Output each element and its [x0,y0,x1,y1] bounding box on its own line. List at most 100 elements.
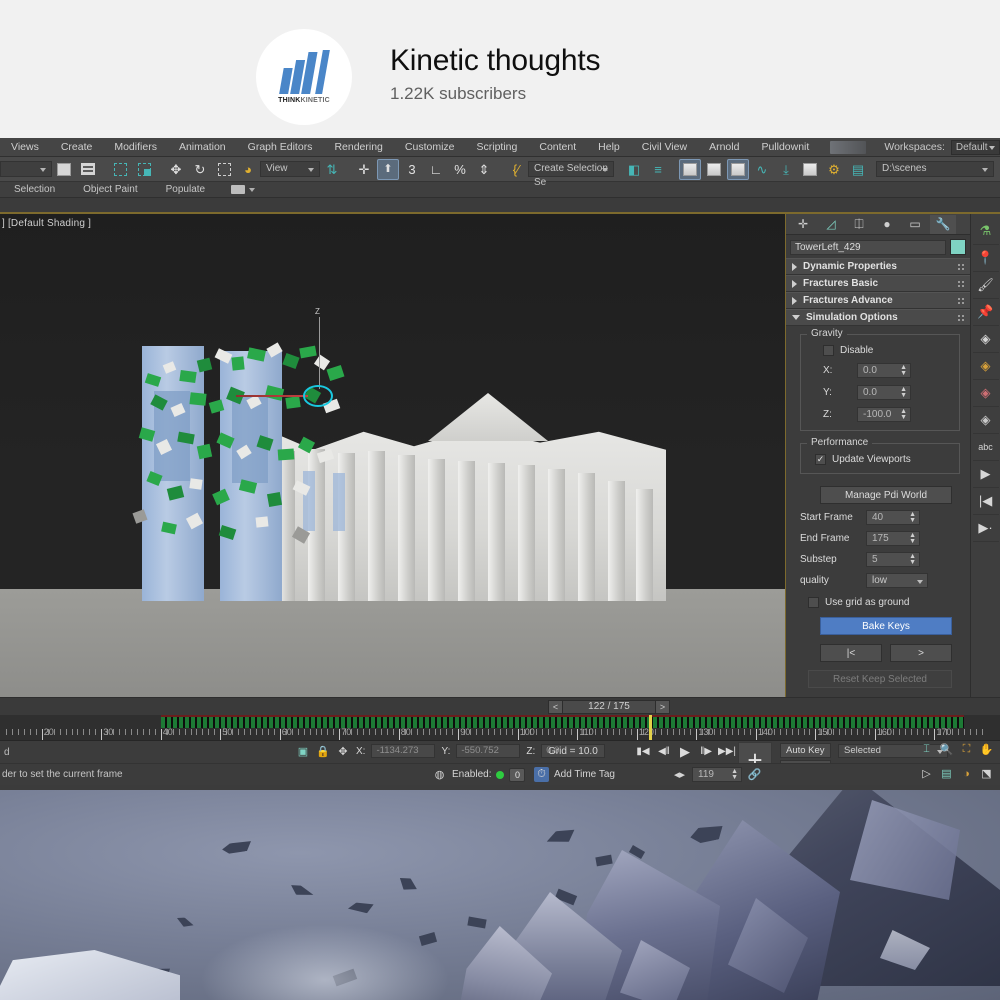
menu-item-graph-editors[interactable]: Graph Editors [237,138,324,157]
create-selection-set-combo[interactable]: Create Selection Se [528,161,614,188]
end-frame-input[interactable]: 175 ▲ ▼ [866,531,920,546]
menu-item-help[interactable]: Help [587,138,631,157]
quality-combo[interactable]: low [866,573,928,588]
bake-keys-button[interactable]: Bake Keys [820,617,952,635]
object-color-swatch[interactable] [950,239,966,255]
gravity-disable-checkbox[interactable] [823,345,834,356]
auto-key-button[interactable]: Auto Key [780,743,831,758]
align-icon[interactable]: ≡ [647,159,669,180]
substep-input[interactable]: 5 ▲ ▼ [866,552,920,567]
select-by-name-icon[interactable] [77,159,99,180]
go-to-end-icon[interactable]: ▶▶| [718,743,736,760]
curve-editor-icon[interactable]: ∿ [751,159,773,180]
rollout-dynamic-properties[interactable]: Dynamic Properties [786,258,970,275]
orbit-icon[interactable]: ◑ [959,766,974,781]
mesh-white-icon[interactable]: ◈ [972,326,999,353]
menu-item-arnold[interactable]: Arnold [698,138,750,157]
mesh-gray-icon[interactable]: ◈ [972,407,999,434]
selection-lock-toggle-icon[interactable]: ▣ [296,744,310,758]
object-name-field[interactable]: TowerLeft_429 [790,239,946,255]
rollout-fractures-basic[interactable]: Fractures Basic [786,275,970,292]
snaps-toggle-icon[interactable]: ⬆ [377,158,399,180]
spinner-icon[interactable]: ▲ ▼ [900,408,907,421]
key-chain-icon[interactable]: 🔗 [747,767,762,782]
start-frame-input[interactable]: 40 ▲ ▼ [866,510,920,525]
previous-frame-icon[interactable]: ◀‖ [655,743,673,760]
gravity-x-input[interactable]: 0.0 ▲ ▼ [857,363,911,378]
named-selection-sets-icon[interactable]: {⁄ [505,159,527,180]
angle-snap-icon[interactable]: ∟ [425,159,447,180]
schematic-view-icon[interactable]: ⤓ [775,159,797,180]
absolute-relative-toggle-icon[interactable]: ✥ [336,744,350,758]
ribbon-display-icon[interactable] [231,185,246,194]
workspaces-combo[interactable]: Default [950,139,1000,155]
time-slider-row[interactable]: < 122 / 175 > [0,697,1000,715]
ribbon-toggle-icon[interactable] [727,158,749,180]
select-and-rotate-icon[interactable]: ↻ [189,159,211,180]
menu-item-animation[interactable]: Animation [168,138,237,157]
gravity-disable-row[interactable]: Disable [823,345,951,356]
modify-tab[interactable]: ◿ [818,215,844,234]
track-bar[interactable]: 20 30 40 50 60 70 80 90 100 110 120 130 140 150 160 170 [0,715,1000,741]
mesh-color-icon[interactable]: ◈ [972,380,999,407]
current-frame-input[interactable]: 119 ▲ ▼ [692,767,742,782]
menu-item-pulldownit[interactable]: Pulldownit [750,138,820,157]
ribbon-tab-selection[interactable]: Selection [0,184,69,195]
select-and-scale-icon[interactable] [213,159,235,180]
play-settings-icon[interactable]: ▶ [972,461,999,488]
gravity-y-input[interactable]: 0.0 ▲ ▼ [857,385,911,400]
percent-snap-icon[interactable]: % [449,159,471,180]
time-tag-icon[interactable]: ⏱ [534,767,549,782]
mesh-gold-icon[interactable]: ◈ [972,353,999,380]
time-slider-next-button[interactable]: > [655,701,669,713]
spinner-icon[interactable]: ▲ ▼ [909,553,916,566]
update-viewports-row[interactable]: ✓ Update Viewports [815,454,951,465]
create-tab[interactable]: ✛ [790,215,816,234]
arc-rotate-icon[interactable]: ▷ [919,766,934,781]
spinner-icon[interactable]: ▲ ▼ [909,511,916,524]
ribbon-tab-object-paint[interactable]: Object Paint [69,184,151,195]
trackbar-playhead[interactable] [648,715,652,740]
menu-item-content[interactable]: Content [528,138,587,157]
time-slider-prev-button[interactable]: < [549,701,563,713]
brush-icon[interactable]: 🖌 [972,272,999,299]
hierarchy-tab[interactable]: ⎅ [846,215,872,234]
menu-item-views[interactable]: Views [0,138,50,157]
play-icon[interactable]: ▶· [972,515,999,542]
spinner-icon[interactable]: ▲ ▼ [900,386,907,399]
go-to-start-icon[interactable]: |◀ [972,488,999,515]
frame-step-icon[interactable]: ◂▸ [672,767,687,782]
zoom-icon[interactable]: 🔍 [939,742,954,757]
scene-explorer-icon[interactable] [703,159,725,180]
y-coord-field[interactable]: -550.752 [456,744,521,758]
ribbon-tab-populate[interactable]: Populate [152,184,219,195]
rollout-simulation-options[interactable]: Simulation Options [786,309,970,326]
reference-coordinate-system-combo[interactable]: View [260,161,320,177]
update-viewports-checkbox[interactable]: ✓ [815,454,826,465]
select-and-place-icon[interactable]: ◕ [237,159,259,180]
select-object-icon[interactable] [53,159,75,180]
scene-converter-icon[interactable]: ⚗ [972,218,999,245]
maximize-viewport-icon[interactable]: ⬔ [979,766,994,781]
abc-text-icon[interactable]: abc [972,434,999,461]
enabled-count[interactable]: 0 [509,767,526,782]
select-and-move-icon[interactable]: ✥ [165,159,187,180]
project-folder-combo[interactable]: D:\scenes [876,161,994,177]
snap-3d-icon[interactable]: 3 [401,159,423,180]
menu-item-civil-view[interactable]: Civil View [631,138,698,157]
menu-item-scripting[interactable]: Scripting [466,138,529,157]
menu-item-create[interactable]: Create [50,138,104,157]
pin-icon[interactable]: 📌 [972,299,999,326]
select-and-manipulate-icon[interactable]: ✛ [353,159,375,180]
bake-next-button[interactable]: > [890,644,952,662]
rollout-fractures-advance[interactable]: Fractures Advance [786,292,970,309]
material-editor-icon[interactable] [799,159,821,180]
zoom-extents-icon[interactable]: ⛶ [959,742,974,757]
use-grid-as-ground-row[interactable]: Use grid as ground [808,597,970,608]
spinner-snap-icon[interactable]: ⇕ [473,159,495,180]
display-tab[interactable]: ▭ [902,215,928,234]
toolbar-overflow-icon[interactable]: » [995,159,1000,180]
menu-item-modifiers[interactable]: Modifiers [103,138,168,157]
x-coord-field[interactable]: -1134.273 [371,744,436,758]
chevron-down-icon[interactable] [249,187,256,192]
